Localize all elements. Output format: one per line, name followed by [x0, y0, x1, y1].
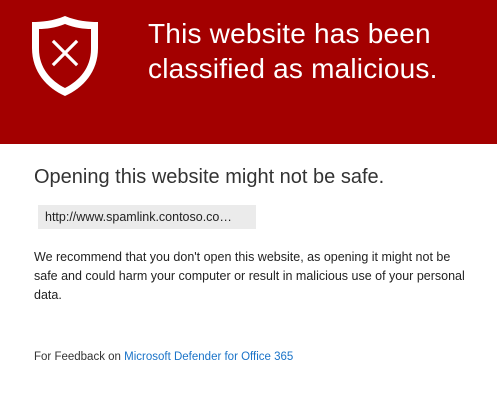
blocked-url: http://www.spamlink.contoso.co… — [38, 205, 256, 229]
shield-x-icon — [32, 16, 98, 96]
page-subtitle: Opening this website might not be safe. — [34, 166, 385, 188]
defender-feedback-link[interactable]: Microsoft Defender for Office 365 — [124, 351, 293, 363]
feedback-prefix: For Feedback on — [34, 351, 125, 363]
warning-title: This website has been classified as mali… — [148, 18, 438, 84]
feedback-line: For Feedback on Microsoft Defender for O… — [34, 349, 293, 365]
warning-banner: This website has been classified as mali… — [0, 0, 497, 144]
warning-page: This website has been classified as mali… — [0, 0, 497, 406]
warning-message: We recommend that you don't open this we… — [34, 250, 465, 302]
